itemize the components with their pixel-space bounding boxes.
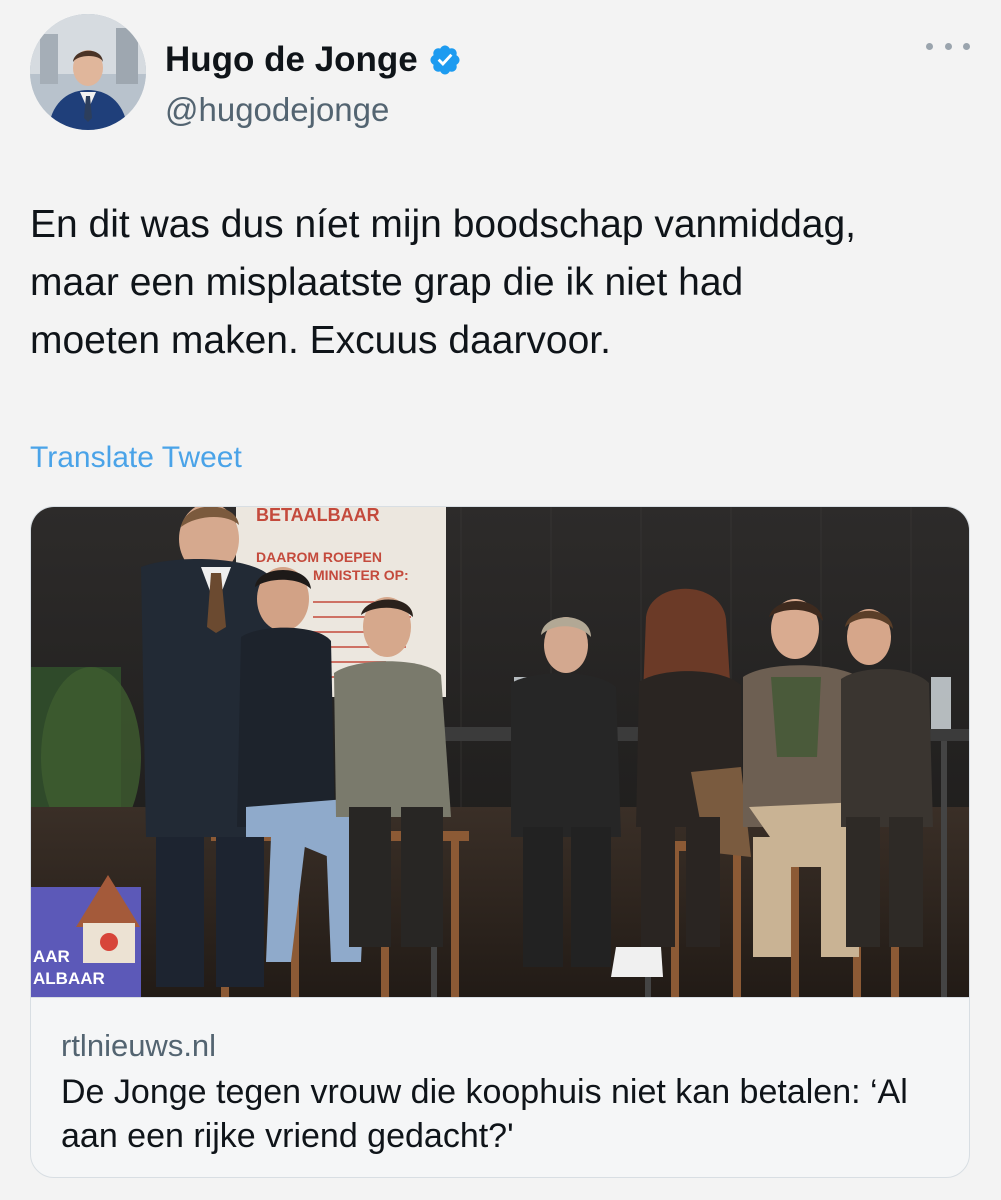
more-options-icon[interactable] bbox=[926, 34, 970, 58]
link-card[interactable]: BETAALBAAR DAAROM ROEPEN MINISTER OP: AA… bbox=[30, 506, 970, 1178]
avatar[interactable] bbox=[30, 14, 146, 130]
banner-bottom-text: AAR bbox=[33, 947, 70, 966]
avatar-image bbox=[30, 14, 146, 130]
more-dot bbox=[944, 42, 952, 50]
verified-badge-icon bbox=[428, 43, 462, 77]
more-dot bbox=[926, 42, 933, 50]
card-divider bbox=[31, 997, 969, 998]
banner-line1-text: DAAROM ROEPEN bbox=[256, 549, 382, 565]
more-dot bbox=[963, 42, 970, 50]
banner-line2-text: MINISTER OP: bbox=[313, 567, 409, 583]
link-card-domain: rtlnieuws.nl bbox=[61, 1028, 217, 1063]
author-name[interactable]: Hugo de Jonge bbox=[165, 40, 418, 80]
link-card-image: BETAALBAAR DAAROM ROEPEN MINISTER OP: AA… bbox=[31, 507, 969, 997]
author-handle[interactable]: @hugodejonge bbox=[165, 90, 389, 130]
tweet-header: Hugo de Jonge @hugodejonge bbox=[30, 14, 970, 134]
banner-bottom-text-2: ALBAAR bbox=[33, 969, 105, 988]
author-name-row: Hugo de Jonge bbox=[165, 40, 462, 80]
tweet-text: En dit was dus níet mijn boodschap vanmi… bbox=[30, 203, 856, 362]
translate-tweet-link[interactable]: Translate Tweet bbox=[30, 438, 242, 478]
link-card-title: De Jonge tegen vrouw die koophuis niet k… bbox=[61, 1073, 908, 1155]
banner-top-text: BETAALBAAR bbox=[256, 507, 380, 525]
